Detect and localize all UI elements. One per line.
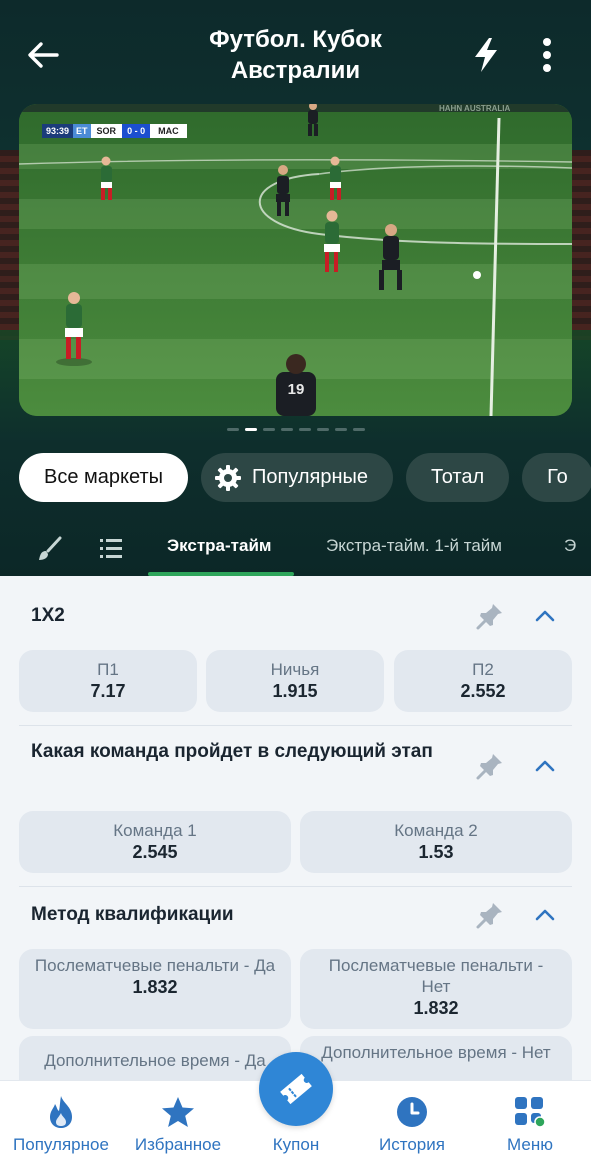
- clock-icon: [397, 1097, 427, 1127]
- customize-button[interactable]: [34, 534, 64, 564]
- markets-list: 1X2 П1 7.17 Ничья 1.915 П2 2.552 Какая к…: [0, 576, 591, 1080]
- arrow-left-icon: [28, 42, 59, 68]
- carousel-indicator: [0, 428, 591, 431]
- more-vertical-icon: [543, 38, 551, 72]
- video-scorebug: 93:39 ET SOR 0 - 0 MAC: [42, 124, 187, 138]
- tab-extra-time-first-half[interactable]: Экстра-тайм. 1-й тайм: [326, 536, 502, 556]
- odd-button-draw[interactable]: Ничья 1.915: [206, 650, 384, 712]
- pin-icon[interactable]: [475, 900, 505, 930]
- player-number: 19: [288, 381, 305, 398]
- grid-icon: [515, 1097, 546, 1128]
- pin-icon[interactable]: [475, 601, 505, 631]
- nav-favorites[interactable]: Избранное: [126, 1081, 230, 1162]
- brush-icon: [39, 536, 62, 560]
- nav-label: Меню: [507, 1135, 553, 1154]
- odd-label: П1: [97, 660, 119, 679]
- chevron-up-icon[interactable]: [533, 604, 557, 628]
- carousel-dot[interactable]: [280, 428, 293, 431]
- chip-total[interactable]: Тотал: [406, 453, 510, 502]
- back-button[interactable]: [22, 34, 64, 76]
- nav-history[interactable]: История: [366, 1081, 458, 1162]
- coupon-button[interactable]: [259, 1052, 333, 1126]
- chevron-up-icon[interactable]: [533, 903, 557, 927]
- scorebug-team1: SOR: [90, 124, 123, 138]
- nav-menu[interactable]: Меню: [484, 1081, 576, 1162]
- odd-button-team2[interactable]: Команда 2 1.53: [300, 811, 572, 873]
- chip-label: Все маркеты: [44, 466, 163, 488]
- odd-label: Послематчевые пенальти - Да: [34, 956, 276, 975]
- tab-next[interactable]: Э: [564, 536, 576, 556]
- nav-label: Популярное: [13, 1135, 109, 1154]
- chip-label: Тотал: [431, 466, 485, 488]
- odd-button-penalties-yes[interactable]: Послематчевые пенальти - Да 1.832: [19, 949, 291, 1029]
- market-filter-chips: Все маркеты Популярные Тотал Го: [19, 453, 591, 502]
- flame-icon: [50, 1096, 72, 1128]
- nav-popular[interactable]: Популярное: [6, 1081, 116, 1162]
- odd-value: 1.915: [272, 681, 318, 701]
- match-header-area: Футбол. Кубок Австралии 19 HAHN AUSTRALI…: [0, 0, 591, 576]
- divider: [19, 725, 572, 726]
- more-options-button[interactable]: [530, 34, 564, 76]
- odd-label: П2: [472, 660, 494, 679]
- list-view-button[interactable]: [96, 534, 126, 564]
- chip-handicap[interactable]: Го: [522, 453, 591, 502]
- quick-bet-button[interactable]: [466, 34, 506, 76]
- carousel-dot[interactable]: [298, 428, 311, 431]
- nav-label: История: [379, 1135, 445, 1154]
- scorebug-score: 0 - 0: [122, 124, 151, 138]
- list-icon: [100, 539, 122, 558]
- odd-label: Ничья: [270, 660, 320, 679]
- scorebug-period: ET: [73, 124, 91, 138]
- carousel-dot[interactable]: [352, 428, 365, 431]
- scorebug-time: 93:39: [42, 124, 74, 138]
- nav-label: Избранное: [134, 1135, 222, 1154]
- chip-popular[interactable]: Популярные: [200, 453, 394, 502]
- tab-extra-time[interactable]: Экстра-тайм: [167, 536, 271, 556]
- odd-button-p1[interactable]: П1 7.17: [19, 650, 197, 712]
- chip-label: Го: [547, 466, 568, 488]
- odd-value: 2.545: [132, 842, 178, 862]
- lightning-icon: [475, 38, 497, 72]
- scorebug-team2: MAC: [150, 124, 187, 138]
- odd-label: Команда 1: [113, 821, 197, 840]
- carousel-dot[interactable]: [316, 428, 329, 431]
- ticket-icon: [280, 1073, 312, 1105]
- chip-label: Популярные: [251, 466, 369, 488]
- odd-button-extra-time-yes[interactable]: Дополнительное время - Да: [19, 1036, 291, 1080]
- chevron-up-icon[interactable]: [533, 754, 557, 778]
- odd-value: 1.832: [413, 998, 459, 1018]
- carousel-dot[interactable]: [334, 428, 347, 431]
- odd-label: Дополнительное время - Да: [44, 1051, 266, 1070]
- notification-dot: [534, 1116, 546, 1128]
- divider: [19, 886, 572, 887]
- market-title-next-stage: Какая команда пройдет в следующий этап: [31, 741, 433, 762]
- video-frame: 19: [19, 104, 572, 416]
- odd-label: Команда 2: [394, 821, 478, 840]
- odd-value: 7.17: [90, 681, 126, 701]
- odd-button-p2[interactable]: П2 2.552: [394, 650, 572, 712]
- carousel-dot[interactable]: [244, 428, 257, 431]
- page-title: Футбол. Кубок Австралии: [209, 26, 382, 84]
- match-video-player[interactable]: 19 HAHN AUSTRALIA 93:39 ET SOR 0 - 0 MAC: [19, 104, 572, 416]
- period-tabs: Экстра-тайм Экстра-тайм. 1-й тайм Э: [0, 522, 591, 576]
- nav-label: Купон: [272, 1135, 320, 1154]
- star-icon: [162, 1097, 194, 1127]
- pin-icon[interactable]: [475, 751, 505, 781]
- odd-label: Послематчевые пенальти - Нет: [328, 956, 544, 996]
- odd-button-extra-time-no[interactable]: Дополнительное время - Нет: [300, 1036, 572, 1080]
- odd-value: 1.53: [418, 842, 454, 862]
- market-title-1x2: 1X2: [31, 605, 65, 626]
- carousel-dot[interactable]: [226, 428, 239, 431]
- odd-button-team1[interactable]: Команда 1 2.545: [19, 811, 291, 873]
- odd-value: 1.832: [132, 977, 178, 997]
- carousel-dot[interactable]: [262, 428, 275, 431]
- odd-button-penalties-no[interactable]: Послематчевые пенальти - Нет 1.832: [300, 949, 572, 1029]
- market-title-qualification-method: Метод квалификации: [31, 904, 234, 925]
- chip-all-markets[interactable]: Все маркеты: [19, 453, 188, 502]
- odd-value: 2.552: [460, 681, 506, 701]
- odd-label: Дополнительное время - Нет: [321, 1043, 551, 1062]
- advertising-board: HAHN AUSTRALIA: [439, 104, 511, 113]
- gear-icon: [214, 464, 241, 491]
- app-bar: Футбол. Кубок Австралии: [0, 0, 591, 104]
